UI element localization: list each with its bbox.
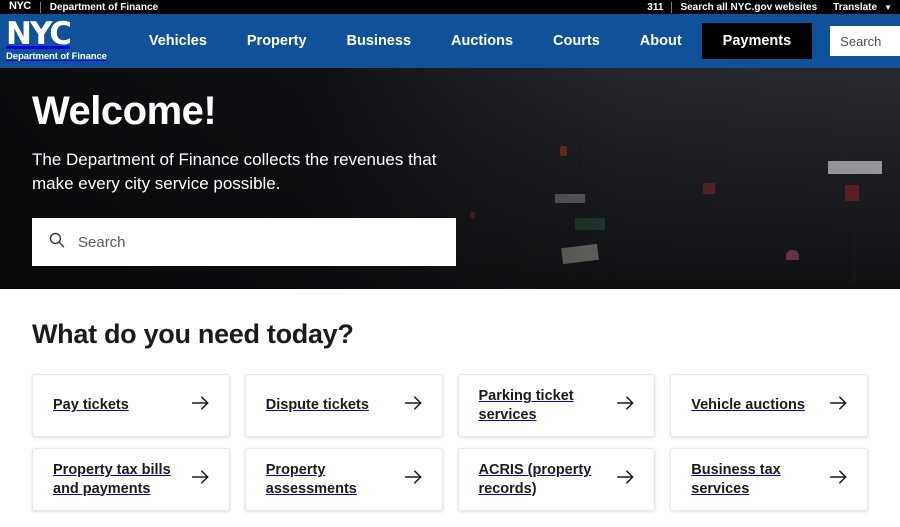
city-utility-bar: NYC Department of Finance 311 Search all… bbox=[0, 0, 900, 14]
service-card-vehicle-auctions[interactable]: Vehicle auctions bbox=[670, 374, 868, 437]
service-card-label: Vehicle auctions bbox=[691, 397, 805, 414]
service-card-label: Dispute tickets bbox=[265, 397, 369, 414]
header-search-placeholder: Search bbox=[840, 33, 882, 49]
hero-search-box[interactable]: Search bbox=[32, 218, 456, 267]
nav-item-business[interactable]: Business bbox=[327, 27, 431, 55]
link-311[interactable]: 311 bbox=[647, 2, 663, 13]
search-all-nycgov-link[interactable]: Search all NYC.gov websites bbox=[680, 2, 817, 13]
service-card-grid: Pay tickets Dispute tickets Parking tick… bbox=[32, 374, 868, 511]
services-section: What do you need today? Pay tickets Disp… bbox=[0, 289, 900, 511]
services-heading: What do you need today? bbox=[32, 319, 354, 349]
agency-name-utility: Department of Finance bbox=[49, 1, 159, 13]
arrow-right-icon bbox=[616, 395, 636, 416]
service-card-property-tax-bills-and-payments[interactable]: Property tax bills and payments bbox=[32, 448, 230, 511]
service-card-label: Pay tickets bbox=[53, 397, 129, 414]
payments-button[interactable]: Payments bbox=[701, 23, 813, 59]
city-utility-right: 311 Search all NYC.gov websites Translat… bbox=[647, 1, 900, 13]
arrow-right-icon bbox=[404, 469, 424, 490]
hero-content: Welcome! The Department of Finance colle… bbox=[0, 68, 900, 267]
divider bbox=[39, 1, 41, 13]
arrow-right-icon bbox=[829, 395, 849, 416]
nav-right-group: Payments Search bbox=[701, 14, 900, 68]
hero-search-placeholder: Search bbox=[78, 233, 126, 251]
primary-nav: Vehicles Property Business Auctions Cour… bbox=[129, 27, 702, 55]
service-card-label: Parking ticket services bbox=[478, 388, 574, 423]
nav-item-property[interactable]: Property bbox=[227, 27, 327, 55]
hero-subtitle: The Department of Finance collects the r… bbox=[32, 150, 437, 194]
nyc-wordmark: NYC bbox=[6, 16, 72, 53]
hero-title: Welcome! bbox=[32, 89, 217, 133]
arrow-right-icon bbox=[616, 469, 636, 490]
translate-label: Translate bbox=[833, 1, 878, 13]
service-card-dispute-tickets[interactable]: Dispute tickets bbox=[244, 374, 443, 437]
chevron-down-icon: ▼ bbox=[884, 2, 892, 12]
service-card-parking-ticket-services[interactable]: Parking ticket services bbox=[457, 374, 656, 437]
service-card-pay-tickets[interactable]: Pay tickets bbox=[32, 374, 230, 437]
arrow-right-icon bbox=[191, 469, 211, 490]
nyc-wordmark-small[interactable]: NYC bbox=[9, 0, 31, 12]
divider bbox=[671, 1, 673, 13]
nav-item-vehicles[interactable]: Vehicles bbox=[129, 27, 227, 55]
site-logo-home-link[interactable]: NYC Department of Finance bbox=[2, 16, 107, 62]
service-card-label: ACRIS (property records) bbox=[478, 462, 592, 497]
service-card-label: Property tax bills and payments bbox=[53, 462, 171, 497]
service-card-acris-property-records[interactable]: ACRIS (property records) bbox=[457, 448, 656, 511]
header-search-box[interactable]: Search bbox=[830, 26, 900, 56]
hero-banner: Welcome! The Department of Finance colle… bbox=[0, 68, 900, 289]
nav-item-about[interactable]: About bbox=[620, 27, 702, 55]
service-card-property-assessments[interactable]: Property assessments bbox=[244, 448, 443, 511]
department-of-finance-label: Department of Finance bbox=[6, 50, 107, 62]
nav-item-courts[interactable]: Courts bbox=[533, 27, 620, 55]
nav-item-auctions[interactable]: Auctions bbox=[431, 27, 533, 55]
arrow-right-icon bbox=[404, 395, 424, 416]
service-card-label: Business tax services bbox=[691, 462, 781, 497]
service-card-label: Property assessments bbox=[265, 462, 357, 497]
arrow-right-icon bbox=[829, 469, 849, 490]
translate-control[interactable]: Translate ▼ bbox=[833, 2, 892, 13]
service-card-business-tax-services[interactable]: Business tax services bbox=[670, 448, 868, 511]
main-navigation-bar: NYC Department of Finance Vehicles Prope… bbox=[0, 14, 900, 68]
city-utility-left: NYC Department of Finance bbox=[0, 0, 159, 13]
search-icon bbox=[48, 231, 65, 253]
arrow-right-icon bbox=[191, 395, 211, 416]
